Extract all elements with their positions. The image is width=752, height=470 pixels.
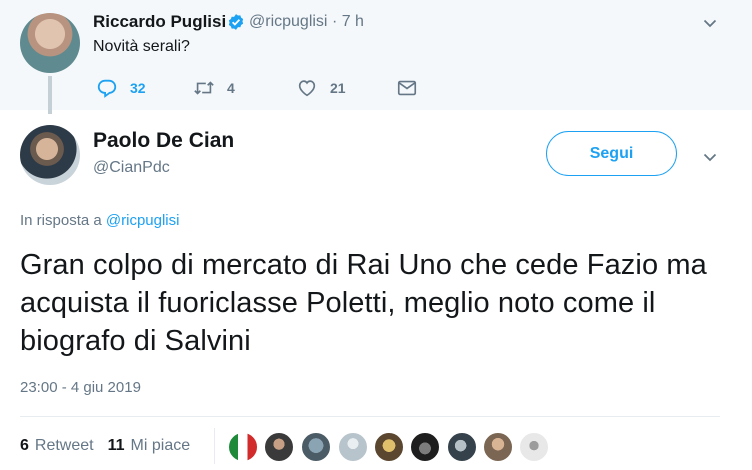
reply-context: In risposta a @ricpuglisi: [20, 212, 179, 229]
parent-author-name[interactable]: Riccardo Puglisi: [93, 12, 226, 32]
reply-to-handle-link[interactable]: @ricpuglisi: [106, 212, 180, 229]
parent-tweet-text: Novità serali?: [93, 38, 190, 55]
liker-avatar[interactable]: [519, 432, 549, 462]
like-count: 21: [330, 80, 346, 96]
tweet-timestamp[interactable]: 23:00 - 4 giu 2019: [20, 379, 141, 396]
like-label: Mi piace: [130, 437, 191, 454]
direct-message-icon: [397, 80, 417, 96]
thread-connector-line: [48, 76, 52, 114]
liker-avatar[interactable]: [447, 432, 477, 462]
author-handle[interactable]: @CianPdc: [93, 159, 170, 177]
retweet-icon: [194, 81, 214, 95]
follow-button[interactable]: Segui: [546, 131, 677, 176]
liker-avatar[interactable]: [410, 432, 440, 462]
parent-author-handle-and-time[interactable]: @ricpuglisi · 7 h: [249, 13, 364, 31]
liker-avatar[interactable]: [338, 432, 368, 462]
stats-divider: [214, 428, 215, 464]
reply-prefix: In risposta a: [20, 212, 102, 229]
tweet-stats: 6 Retweet 11 Mi piace: [20, 437, 190, 455]
retweet-button[interactable]: 4: [193, 75, 235, 101]
verified-badge-icon: [228, 14, 244, 30]
reply-icon: [97, 79, 117, 98]
liker-avatar[interactable]: [228, 432, 258, 462]
reply-button[interactable]: 32: [96, 75, 146, 101]
author-name[interactable]: Paolo De Cian: [93, 129, 234, 153]
liker-avatar[interactable]: [264, 432, 294, 462]
parent-author-handle[interactable]: @ricpuglisi: [249, 13, 327, 30]
heart-icon: [298, 80, 316, 97]
chevron-down-icon[interactable]: [703, 16, 717, 30]
parent-tweet-actions: 32 4 21: [93, 75, 433, 101]
parent-tweet[interactable]: Riccardo Puglisi @ricpuglisi · 7 h Novit…: [0, 0, 752, 114]
retweet-count: 4: [227, 80, 235, 96]
chevron-down-icon[interactable]: [703, 150, 717, 164]
liker-avatar[interactable]: [374, 432, 404, 462]
direct-message-button[interactable]: [396, 75, 418, 101]
like-stat[interactable]: 11 Mi piace: [108, 437, 191, 455]
liker-avatar[interactable]: [301, 432, 331, 462]
reply-count: 32: [130, 80, 146, 96]
parent-author-avatar[interactable]: [20, 13, 80, 73]
liker-avatar[interactable]: [483, 432, 513, 462]
retweet-total: 6: [20, 437, 29, 454]
parent-tweet-time[interactable]: · 7 h: [332, 13, 364, 30]
retweet-label: Retweet: [34, 437, 94, 454]
tweet-text: Gran colpo di mercato di Rai Uno che ced…: [20, 249, 707, 357]
like-button[interactable]: 21: [296, 75, 346, 101]
retweet-stat[interactable]: 6 Retweet: [20, 437, 94, 455]
like-total: 11: [107, 437, 125, 454]
divider: [20, 416, 720, 417]
author-avatar[interactable]: [20, 125, 80, 185]
